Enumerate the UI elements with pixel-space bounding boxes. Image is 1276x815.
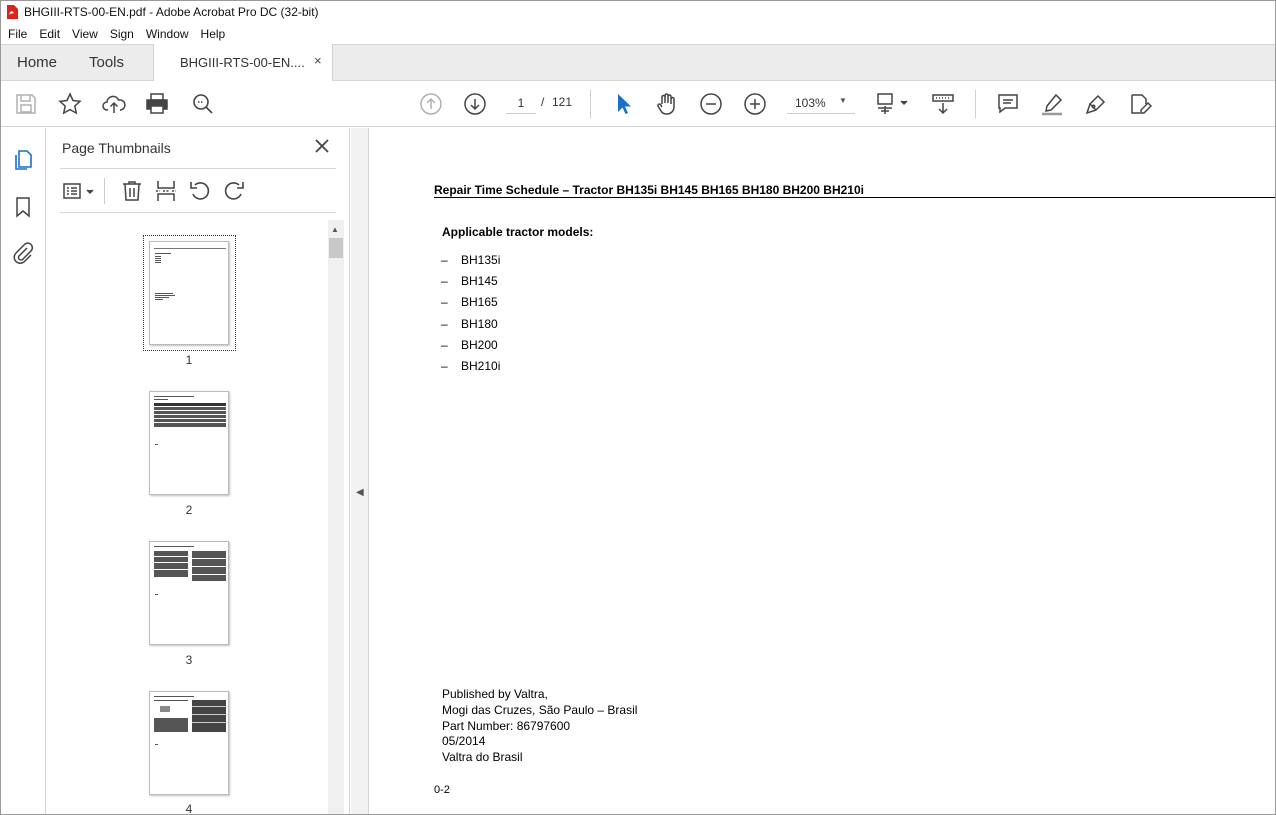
bookmark-icon[interactable] xyxy=(12,196,34,218)
panel-divider xyxy=(60,212,336,213)
left-nav-rail xyxy=(1,128,46,814)
close-tab-icon[interactable]: × xyxy=(314,53,322,68)
acrobat-window: BHGIII-RTS-00-EN.pdf - Adobe Acrobat Pro… xyxy=(0,0,1276,815)
tab-bar: Home Tools BHGIII-RTS-00-EN.... × xyxy=(1,44,1275,81)
scroll-up-arrow[interactable]: ▲ xyxy=(331,225,339,234)
thumbnails-scrollbar[interactable] xyxy=(328,220,344,814)
save-icon[interactable] xyxy=(14,92,38,116)
tab-document[interactable]: BHGIII-RTS-00-EN.... × xyxy=(153,44,333,81)
extract-icon[interactable] xyxy=(154,179,178,203)
prev-page-icon[interactable] xyxy=(419,92,443,116)
bullet-dash: – xyxy=(441,295,448,309)
options-menu-icon[interactable] xyxy=(62,179,98,203)
thumbnail-page-3[interactable] xyxy=(149,541,229,645)
model-name: BH210i xyxy=(461,359,501,373)
rotate-cw-icon[interactable] xyxy=(222,179,246,203)
model-name: BH165 xyxy=(461,295,498,309)
collapse-panel-strip[interactable]: ◀ xyxy=(351,128,369,814)
fill-sign-icon[interactable] xyxy=(1128,92,1153,116)
bullet-dash: – xyxy=(441,338,448,352)
chevron-down-icon: ▼ xyxy=(839,96,847,105)
rotate-ccw-icon[interactable] xyxy=(188,179,212,203)
menu-bar: File Edit View Sign Window Help xyxy=(1,23,1275,44)
tab-home[interactable]: Home xyxy=(17,54,57,71)
document-header: Repair Time Schedule – Tractor BH135i BH… xyxy=(434,183,864,197)
comment-icon[interactable] xyxy=(996,92,1020,116)
menu-edit[interactable]: Edit xyxy=(33,27,66,41)
panel-title: Page Thumbnails xyxy=(62,140,171,156)
publisher-line: 05/2014 xyxy=(442,734,486,748)
zoom-in-icon[interactable] xyxy=(743,92,767,116)
zoom-out-icon[interactable] xyxy=(699,92,723,116)
thumbnails-panel: Page Thumbnails ▲ 1 2 3 4 xyxy=(46,128,350,815)
models-heading: Applicable tractor models: xyxy=(442,225,594,239)
model-name: BH200 xyxy=(461,338,498,352)
highlight-icon[interactable] xyxy=(1040,92,1064,116)
menu-window[interactable]: Window xyxy=(140,27,195,41)
pdf-file-icon xyxy=(7,5,18,19)
sign-icon[interactable] xyxy=(1084,92,1108,116)
zoom-value: 103% xyxy=(795,96,826,110)
main-toolbar: 1 / 121 103% ▼ xyxy=(1,81,1275,127)
page-separator: / xyxy=(541,95,545,109)
thumbnail-number: 2 xyxy=(185,503,193,517)
star-icon[interactable] xyxy=(58,92,82,116)
toolbar-divider xyxy=(975,90,976,118)
bullet-dash: – xyxy=(441,274,448,288)
scroll-mode-icon[interactable] xyxy=(931,92,955,116)
header-rule xyxy=(434,197,1275,198)
attachment-icon[interactable] xyxy=(12,242,34,264)
hand-icon[interactable] xyxy=(655,92,679,116)
menu-view[interactable]: View xyxy=(66,27,104,41)
publisher-line: Published by Valtra, xyxy=(442,687,548,701)
bullet-dash: – xyxy=(441,317,448,331)
bullet-dash: – xyxy=(441,253,448,267)
model-name: BH180 xyxy=(461,317,498,331)
upload-icon[interactable] xyxy=(102,92,126,116)
thumbnail-page-1[interactable] xyxy=(149,241,229,345)
window-title: BHGIII-RTS-00-EN.pdf - Adobe Acrobat Pro… xyxy=(24,5,319,19)
model-name: BH135i xyxy=(461,253,501,267)
select-arrow-icon[interactable] xyxy=(611,92,635,116)
page-fit-icon[interactable] xyxy=(875,92,911,116)
zoom-dropdown[interactable]: 103% ▼ xyxy=(787,92,855,114)
publisher-line: Part Number: 86797600 xyxy=(442,719,571,733)
toolbar-divider xyxy=(590,90,591,118)
next-page-icon[interactable] xyxy=(463,92,487,116)
tab-document-label: BHGIII-RTS-00-EN.... xyxy=(180,55,305,70)
thumbnail-page-2[interactable] xyxy=(149,391,229,495)
collapse-left-icon[interactable]: ◀ xyxy=(356,487,364,498)
model-name: BH145 xyxy=(461,274,498,288)
thumbnail-number: 3 xyxy=(185,653,193,667)
menu-sign[interactable]: Sign xyxy=(104,27,140,41)
close-icon[interactable] xyxy=(314,138,330,154)
tab-tools[interactable]: Tools xyxy=(89,54,124,71)
print-icon[interactable] xyxy=(145,92,169,116)
page-total: 121 xyxy=(552,95,573,109)
scrollbar-thumb[interactable] xyxy=(329,238,343,258)
page-number-input[interactable]: 1 xyxy=(506,92,536,114)
bullet-dash: – xyxy=(441,359,448,373)
panel-toolbar-divider xyxy=(104,178,105,204)
zoom-search-icon[interactable] xyxy=(191,92,215,116)
menu-file[interactable]: File xyxy=(1,27,33,41)
panel-divider xyxy=(60,168,336,169)
thumbnail-page-4[interactable] xyxy=(149,691,229,795)
thumbnail-number: 1 xyxy=(185,353,193,367)
publisher-line: Valtra do Brasil xyxy=(442,750,523,764)
menu-help[interactable]: Help xyxy=(195,27,232,41)
document-view[interactable]: ◀ Repair Time Schedule – Tractor BH135i … xyxy=(351,128,1275,814)
page-identifier: 0-2 xyxy=(434,784,450,796)
publisher-line: Mogi das Cruzes, São Paulo – Brasil xyxy=(442,703,638,717)
delete-icon[interactable] xyxy=(120,179,144,203)
page-thumbnails-icon[interactable] xyxy=(12,149,34,171)
title-bar: BHGIII-RTS-00-EN.pdf - Adobe Acrobat Pro… xyxy=(1,1,1275,23)
thumbnail-number: 4 xyxy=(185,802,193,815)
